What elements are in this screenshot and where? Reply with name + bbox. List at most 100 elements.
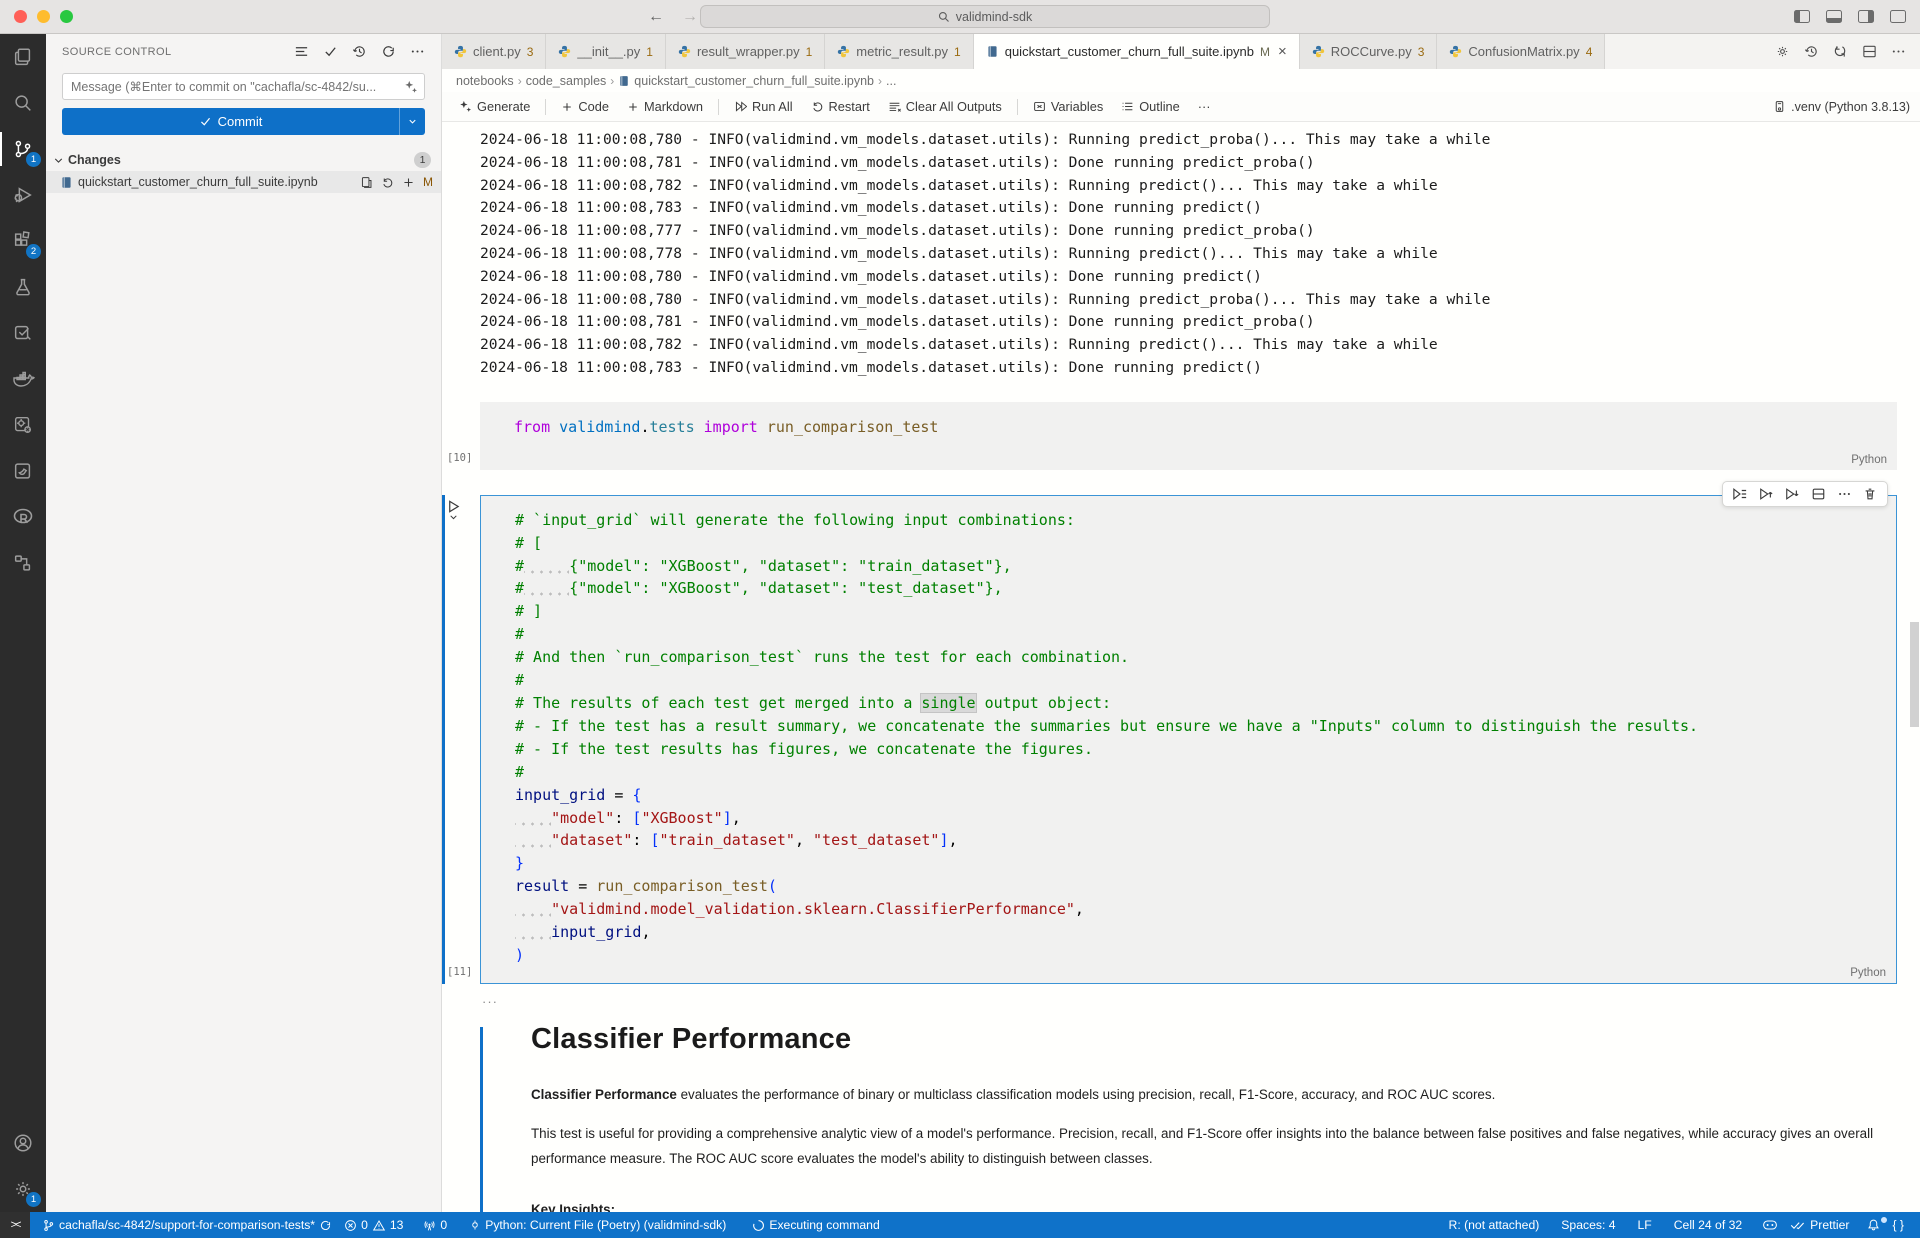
split-cell-icon[interactable]: [1807, 485, 1829, 503]
refresh-icon[interactable]: [381, 44, 396, 59]
r-language-icon[interactable]: [0, 494, 46, 540]
tab-result-wrapper-py[interactable]: result_wrapper.py1: [666, 34, 825, 69]
add-code-cell-button[interactable]: Code: [554, 96, 616, 117]
cell-language-picker[interactable]: Python: [1850, 967, 1886, 979]
configure-gear-icon[interactable]: [1775, 44, 1790, 59]
tab-roccurve-py[interactable]: ROCCurve.py3: [1300, 34, 1438, 69]
navigate-forward-icon[interactable]: →: [682, 8, 698, 26]
explorer-icon[interactable]: [0, 34, 46, 80]
cell-code[interactable]: from validmind.tests import run_comparis…: [480, 416, 1897, 439]
tab-metric-result-py[interactable]: metric_result.py1: [825, 34, 973, 69]
breadcrumb-code-samples[interactable]: code_samples: [526, 74, 607, 88]
commit-check-icon[interactable]: [323, 44, 338, 59]
settings-gear-icon[interactable]: 1: [0, 1166, 46, 1212]
prettier-item[interactable]: Prettier: [1784, 1218, 1855, 1232]
markdown-paragraph: evaluates the performance of binary or m…: [677, 1087, 1495, 1102]
tab-quickstart-notebook[interactable]: quickstart_customer_churn_full_suite.ipy…: [974, 34, 1300, 69]
toggle-panel-icon[interactable]: [1826, 10, 1842, 23]
timeline-history-icon[interactable]: [1804, 44, 1819, 59]
run-cell-button[interactable]: [446, 499, 461, 521]
copilot-icon[interactable]: [1756, 1218, 1784, 1232]
variables-button[interactable]: Variables: [1026, 96, 1110, 117]
execute-cell-and-below-icon[interactable]: [1781, 485, 1803, 503]
problems-item[interactable]: 0 13: [338, 1218, 409, 1232]
commit-message-input[interactable]: Message (⌘Enter to commit on "cachafla/s…: [62, 73, 425, 100]
close-window-button[interactable]: [14, 10, 27, 23]
history-icon[interactable]: [352, 44, 367, 59]
tab-problem-count: 3: [527, 45, 534, 59]
execute-above-cells-icon[interactable]: [1755, 485, 1777, 503]
more-actions-icon[interactable]: ···: [1191, 96, 1218, 117]
executing-command-item: Executing command: [746, 1218, 885, 1232]
r-status-item[interactable]: R: (not attached): [1443, 1218, 1546, 1232]
commit-dropdown-button[interactable]: [399, 108, 425, 135]
tab-confusionmatrix-py[interactable]: ConfusionMatrix.py4: [1437, 34, 1605, 69]
close-tab-icon[interactable]: ×: [1278, 43, 1287, 60]
docker-icon[interactable]: [0, 356, 46, 402]
cell-language-picker[interactable]: Python: [1851, 454, 1887, 466]
changes-section-header[interactable]: Changes 1: [46, 149, 441, 171]
command-center-search[interactable]: validmind-sdk: [700, 5, 1270, 28]
bird-extension-icon[interactable]: [0, 448, 46, 494]
maximize-window-button[interactable]: [60, 10, 73, 23]
code-cell-10[interactable]: [10] from validmind.tests import run_com…: [480, 402, 1920, 470]
markdown-cell[interactable]: Classifier Performance Classifier Perfor…: [480, 1023, 1920, 1212]
code-cell-11[interactable]: [11]: [480, 495, 1920, 984]
run-by-line-icon[interactable]: [1729, 485, 1751, 503]
validmind-extension-icon[interactable]: [0, 310, 46, 356]
cell-position-item[interactable]: Cell 24 of 32: [1668, 1218, 1748, 1232]
git-branch-item[interactable]: cachafla/sc-4842/support-for-comparison-…: [36, 1218, 338, 1232]
python-interpreter-item[interactable]: Python: Current File (Poetry) (validmind…: [463, 1218, 732, 1232]
indentation-item[interactable]: Spaces: 4: [1555, 1218, 1621, 1232]
notebook-scrollbar[interactable]: [1910, 622, 1919, 727]
more-actions-icon[interactable]: [410, 44, 425, 59]
run-cells-icon[interactable]: [1833, 44, 1848, 59]
remote-explorer-icon[interactable]: [0, 540, 46, 586]
remote-indicator[interactable]: ><: [0, 1212, 30, 1238]
branch-icon: [42, 1219, 55, 1232]
commit-button[interactable]: Commit: [62, 108, 425, 135]
clear-all-outputs-button[interactable]: Clear All Outputs: [881, 96, 1009, 117]
toggle-secondary-sidebar-icon[interactable]: [1858, 10, 1874, 23]
eol-item[interactable]: LF: [1632, 1218, 1658, 1232]
changed-file-row[interactable]: quickstart_customer_churn_full_suite.ipy…: [46, 171, 441, 193]
run-all-button[interactable]: Run All: [727, 96, 800, 117]
view-as-tree-icon[interactable]: [294, 44, 309, 59]
between-cells-more-icon[interactable]: ···: [480, 994, 1920, 1009]
add-markdown-cell-button[interactable]: Markdown: [620, 96, 710, 117]
more-actions-icon[interactable]: [1833, 485, 1855, 503]
tab-init-py[interactable]: __init__.py1: [546, 34, 666, 69]
braces-item[interactable]: { }: [1886, 1218, 1910, 1232]
notifications-bell-icon[interactable]: [1861, 1218, 1886, 1232]
breadcrumb-cell[interactable]: ...: [886, 74, 896, 88]
sparkle-icon[interactable]: [404, 80, 418, 94]
search-icon[interactable]: [0, 80, 46, 126]
restart-button[interactable]: Restart: [804, 96, 877, 117]
customize-layout-icon[interactable]: [1890, 10, 1906, 23]
breadcrumb-notebooks[interactable]: notebooks: [456, 74, 514, 88]
source-control-icon[interactable]: 1: [0, 126, 46, 172]
navigate-back-icon[interactable]: ←: [648, 8, 664, 26]
toggle-primary-sidebar-icon[interactable]: [1794, 10, 1810, 23]
stage-changes-icon[interactable]: [402, 176, 415, 189]
minimize-window-button[interactable]: [37, 10, 50, 23]
open-file-icon[interactable]: [360, 176, 373, 189]
sparkle-icon: [459, 100, 472, 113]
testing-flask-icon[interactable]: [0, 264, 46, 310]
split-editor-icon[interactable]: [1862, 44, 1877, 59]
kernel-picker[interactable]: .venv (Python 3.8.13): [1773, 100, 1910, 114]
cell-code[interactable]: # `input_grid` will generate the followi…: [481, 509, 1896, 967]
jupyter-extension-icon[interactable]: [0, 402, 46, 448]
more-actions-icon[interactable]: [1891, 44, 1906, 59]
outline-button[interactable]: Outline: [1114, 96, 1187, 117]
run-debug-icon[interactable]: [0, 172, 46, 218]
discard-changes-icon[interactable]: [381, 176, 394, 189]
tab-client-py[interactable]: client.py3: [442, 34, 546, 69]
extensions-icon[interactable]: 2: [0, 218, 46, 264]
ports-item[interactable]: 0: [417, 1218, 453, 1232]
breadcrumb-notebook-file[interactable]: quickstart_customer_churn_full_suite.ipy…: [634, 74, 874, 88]
delete-cell-icon[interactable]: [1859, 485, 1881, 503]
generate-button[interactable]: Generate: [452, 96, 537, 117]
breadcrumb-separator: ›: [518, 74, 522, 88]
account-icon[interactable]: [0, 1120, 46, 1166]
